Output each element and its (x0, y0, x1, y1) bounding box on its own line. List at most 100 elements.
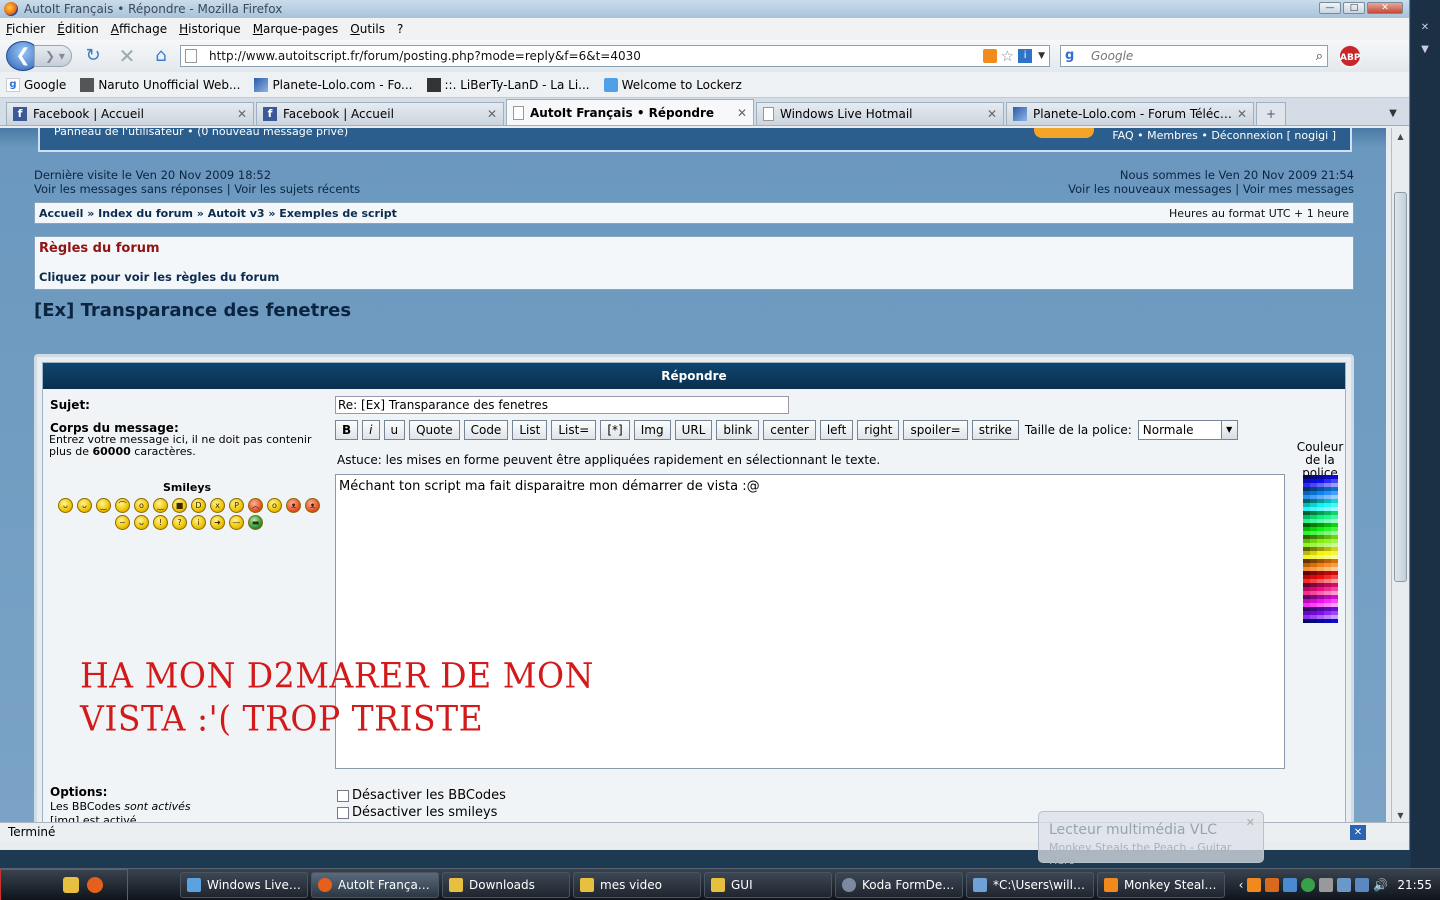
ordered-list-button[interactable]: List= (551, 420, 597, 440)
center-button[interactable]: center (763, 420, 816, 440)
color-swatch[interactable] (1317, 579, 1324, 583)
color-swatch[interactable] (1324, 579, 1331, 583)
tab-autoit-repondre[interactable]: AutoIt Français • Répondre ✕ (506, 99, 754, 125)
color-swatch[interactable] (1331, 567, 1338, 571)
color-swatch[interactable] (1331, 591, 1338, 595)
search-icon[interactable]: ⌕ (1316, 49, 1323, 64)
color-swatch[interactable] (1303, 507, 1310, 511)
color-swatch[interactable] (1331, 515, 1338, 519)
smiley-icon[interactable]: x (210, 498, 225, 513)
tab-close-icon[interactable]: ✕ (1237, 107, 1247, 121)
color-swatch[interactable] (1331, 603, 1338, 607)
unanswered-links[interactable]: Voir les messages sans réponses | Voir l… (34, 182, 360, 196)
color-swatch[interactable] (1324, 527, 1331, 531)
smiley-icon[interactable]: o (267, 498, 282, 513)
color-swatch[interactable] (1331, 611, 1338, 615)
vertical-scrollbar[interactable]: ▲ ▼ (1391, 128, 1409, 822)
color-swatch[interactable] (1310, 579, 1317, 583)
color-swatch[interactable] (1324, 543, 1331, 547)
tray-app-icon[interactable] (1301, 877, 1316, 892)
search-bar[interactable]: g ⌕ (1060, 45, 1328, 67)
color-swatch[interactable] (1317, 559, 1324, 563)
color-swatch[interactable] (1331, 563, 1338, 567)
color-swatch[interactable] (1324, 487, 1331, 491)
color-swatch[interactable] (1324, 555, 1331, 559)
color-swatch[interactable] (1303, 519, 1310, 523)
color-swatch[interactable] (1324, 515, 1331, 519)
color-swatch[interactable] (1317, 591, 1324, 595)
color-swatch[interactable] (1303, 551, 1310, 555)
color-swatch[interactable] (1303, 515, 1310, 519)
task-downloads[interactable]: Downloads (442, 871, 570, 898)
color-swatch[interactable] (1317, 483, 1324, 487)
home-icon[interactable]: ⌂ (148, 43, 174, 69)
task-autoit-firefox[interactable]: AutoIt Françai... (311, 871, 439, 898)
color-swatch[interactable] (1317, 523, 1324, 527)
color-swatch[interactable] (1317, 527, 1324, 531)
color-swatch[interactable] (1317, 607, 1324, 611)
color-swatch[interactable] (1324, 611, 1331, 615)
color-swatch[interactable] (1317, 507, 1324, 511)
color-swatch[interactable] (1303, 475, 1310, 479)
smiley-icon[interactable]: ᴗ (134, 515, 149, 530)
menu-help[interactable]: ? (397, 22, 403, 36)
smiley-icon[interactable]: ‿ (153, 498, 168, 513)
color-swatch[interactable] (1317, 511, 1324, 515)
color-swatch[interactable] (1331, 523, 1338, 527)
color-swatch[interactable] (1331, 575, 1338, 579)
color-swatch[interactable] (1331, 503, 1338, 507)
color-swatch[interactable] (1317, 479, 1324, 483)
color-swatch[interactable] (1303, 487, 1310, 491)
tab-facebook-1[interactable]: f Facebook | Accueil ✕ (6, 102, 254, 125)
menu-outils[interactable]: Outils (350, 22, 385, 36)
color-swatch[interactable] (1331, 551, 1338, 555)
color-swatch[interactable] (1317, 551, 1324, 555)
color-swatch[interactable] (1317, 555, 1324, 559)
menu-fichier[interactable]: Fichier (6, 22, 45, 36)
color-swatch[interactable] (1310, 491, 1317, 495)
color-swatch[interactable] (1303, 559, 1310, 563)
disable-smileys-checkbox[interactable]: Désactiver les smileys (337, 805, 497, 820)
color-swatch[interactable] (1324, 495, 1331, 499)
color-swatch[interactable] (1324, 603, 1331, 607)
underline-button[interactable]: u (383, 420, 406, 440)
color-swatch[interactable] (1310, 615, 1317, 619)
color-swatch[interactable] (1324, 575, 1331, 579)
minimize-button[interactable]: — (1319, 2, 1341, 14)
color-swatch[interactable] (1303, 611, 1310, 615)
color-swatch[interactable] (1303, 571, 1310, 575)
tab-facebook-2[interactable]: f Facebook | Accueil ✕ (256, 102, 504, 125)
menu-marque-pages[interactable]: Marque-pages (253, 22, 339, 36)
color-swatch[interactable] (1303, 595, 1310, 599)
color-swatch[interactable] (1317, 499, 1324, 503)
smiley-icon[interactable]: — (229, 515, 244, 530)
color-swatch[interactable] (1310, 523, 1317, 527)
color-swatch[interactable] (1331, 527, 1338, 531)
color-swatch[interactable] (1310, 543, 1317, 547)
color-swatch[interactable] (1310, 603, 1317, 607)
color-swatch[interactable] (1303, 491, 1310, 495)
smiley-icon[interactable]: ⌒ (115, 498, 130, 513)
color-swatch[interactable] (1317, 547, 1324, 551)
reload-icon[interactable]: ↻ (80, 43, 106, 69)
color-swatch[interactable] (1331, 599, 1338, 603)
color-swatch[interactable] (1331, 491, 1338, 495)
color-swatch[interactable] (1317, 535, 1324, 539)
donate-badge[interactable] (1034, 128, 1094, 138)
color-swatch[interactable] (1310, 495, 1317, 499)
color-swatch[interactable] (1310, 507, 1317, 511)
tray-app-icon[interactable] (1319, 877, 1334, 892)
color-swatch[interactable] (1331, 539, 1338, 543)
scrollbar-thumb[interactable] (1394, 192, 1407, 582)
color-swatch[interactable] (1317, 491, 1324, 495)
quote-button[interactable]: Quote (409, 420, 460, 440)
smiley-icon[interactable]: P (229, 498, 244, 513)
smiley-icon[interactable]: ᴗ (58, 498, 73, 513)
color-swatch[interactable] (1317, 615, 1324, 619)
color-swatch[interactable] (1310, 559, 1317, 563)
color-swatch[interactable] (1331, 547, 1338, 551)
url-button[interactable]: URL (674, 420, 713, 440)
color-swatch[interactable] (1317, 611, 1324, 615)
bookmark-star-icon[interactable]: ☆ (1001, 47, 1014, 65)
color-swatch[interactable] (1331, 487, 1338, 491)
